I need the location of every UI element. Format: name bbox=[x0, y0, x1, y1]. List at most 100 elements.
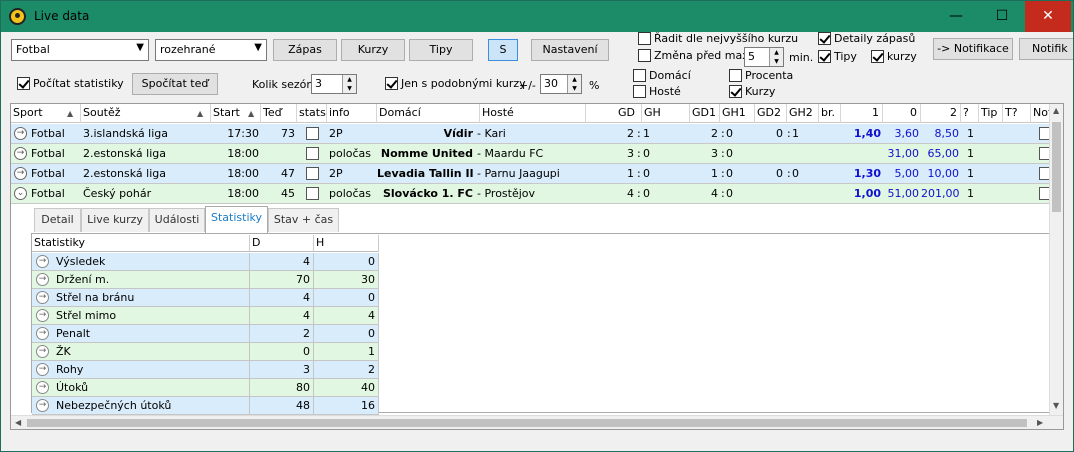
s-toggle-button[interactable]: S bbox=[488, 39, 518, 61]
checkbox-box bbox=[633, 69, 646, 82]
tab-stav-cas[interactable]: Stav + čas bbox=[268, 208, 339, 232]
header-domaci[interactable]: Domácí bbox=[377, 104, 480, 123]
header-odd-1[interactable]: 1 bbox=[841, 104, 883, 123]
radit-checkbox[interactable]: Řadit dle nejvyššího kurzu bbox=[638, 32, 798, 45]
tab-live-kurzy[interactable]: Live kurzy bbox=[81, 208, 149, 232]
expand-row-icon[interactable]: → bbox=[14, 147, 27, 160]
spocitat-button[interactable]: Spočítat teď bbox=[132, 73, 218, 95]
kolik-stepper[interactable]: 3 ▲ ▼ bbox=[311, 74, 357, 94]
cell-sport: Fotbal bbox=[31, 144, 79, 163]
table-row[interactable]: → Fotbal 2.estonská liga 18:00 47 2P Levadia T… bbox=[11, 164, 1052, 184]
horizontal-scrollbar[interactable]: ◀ ▶ bbox=[11, 415, 1063, 429]
header-odd-0[interactable]: 0 bbox=[883, 104, 921, 123]
header-sport[interactable]: Sport ▲ bbox=[11, 104, 81, 123]
tab-statistiky[interactable]: Statistiky bbox=[205, 206, 268, 233]
table-row[interactable]: → Fotbal 3.islandská liga 17:30 73 2P Vídir - K… bbox=[11, 124, 1052, 144]
cell-gd: 2 bbox=[627, 127, 634, 140]
header-not[interactable]: Not bbox=[1031, 104, 1051, 123]
stats-row[interactable]: → Držení m. 70 30 bbox=[32, 271, 379, 289]
stats-row[interactable]: → Útoků 80 40 bbox=[32, 379, 379, 397]
stats-row[interactable]: → Rohy 3 2 bbox=[32, 361, 379, 379]
scroll-down-icon[interactable]: ▼ bbox=[1053, 401, 1059, 410]
header-q[interactable]: ? bbox=[961, 104, 979, 123]
tab-udalosti[interactable]: Události bbox=[149, 208, 205, 232]
domaci-checkbox[interactable]: Domácí bbox=[633, 69, 691, 82]
tab-detail[interactable]: Detail bbox=[34, 208, 81, 232]
header-info[interactable]: info bbox=[327, 104, 377, 123]
header-gd1[interactable]: GD1 bbox=[690, 104, 720, 123]
kurzy-checkbox[interactable]: kurzy bbox=[871, 50, 917, 63]
scroll-left-icon[interactable]: ◀ bbox=[15, 418, 21, 427]
header-t[interactable]: T? bbox=[1003, 104, 1031, 123]
procenta-checkbox[interactable]: Procenta bbox=[729, 69, 793, 82]
scroll-right-icon[interactable]: ▶ bbox=[1037, 418, 1043, 427]
notifikace-2-button[interactable]: Notifik bbox=[1019, 38, 1073, 60]
cell-gh2: 0 bbox=[792, 167, 799, 180]
header-soutez[interactable]: Soutěž ▲ bbox=[81, 104, 211, 123]
score-colon: : bbox=[637, 127, 641, 140]
tipy-button[interactable]: Tipy bbox=[409, 39, 473, 61]
header-hoste[interactable]: Hosté bbox=[480, 104, 586, 123]
tipy-checkbox[interactable]: Tipy bbox=[818, 50, 857, 63]
header-tip[interactable]: Tip bbox=[979, 104, 1003, 123]
stats-checkbox[interactable] bbox=[306, 167, 319, 180]
scroll-thumb[interactable] bbox=[27, 419, 1027, 427]
filter-select[interactable]: rozehrané ▼ bbox=[155, 39, 267, 61]
pm-stepper[interactable]: 30 ▲ ▼ bbox=[540, 74, 582, 94]
expand-row-icon[interactable]: → bbox=[14, 167, 27, 180]
spin-arrows-icon[interactable]: ▲ ▼ bbox=[567, 75, 581, 93]
nastaveni-button[interactable]: Nastavení bbox=[531, 39, 609, 61]
pocitat-checkbox[interactable]: Počítat statistiky bbox=[17, 77, 124, 90]
header-start[interactable]: Start ▲ bbox=[211, 104, 261, 123]
stats-row[interactable]: → Střel na bránu 4 0 bbox=[32, 289, 379, 307]
scroll-up-icon[interactable]: ▲ bbox=[1053, 106, 1059, 115]
zmena-checkbox[interactable]: Změna před max. bbox=[638, 49, 752, 62]
kurzy-2-checkbox[interactable]: Kurzy bbox=[729, 85, 775, 98]
stats-row[interactable]: → Penalt 2 0 bbox=[32, 325, 379, 343]
score-colon: : bbox=[721, 147, 725, 160]
header-gd[interactable]: GD bbox=[586, 104, 642, 123]
header-gh2[interactable]: GH2 bbox=[787, 104, 819, 123]
scroll-thumb[interactable] bbox=[1052, 122, 1061, 212]
matches-grid[interactable]: Sport ▲ Soutěž ▲ Start ▲ Teď stats info Dom… bbox=[10, 103, 1064, 430]
podobne-checkbox[interactable]: Jen s podobnými kurzy bbox=[385, 77, 526, 90]
stats-checkbox[interactable] bbox=[306, 147, 319, 160]
sport-select[interactable]: Fotbal ▼ bbox=[11, 39, 149, 61]
vertical-scrollbar[interactable]: ▲ ▼ bbox=[1049, 104, 1063, 429]
spin-arrows-icon[interactable]: ▲ ▼ bbox=[769, 48, 783, 66]
header-br[interactable]: br. bbox=[819, 104, 841, 123]
close-button[interactable]: ✕ bbox=[1025, 1, 1071, 32]
stats-row[interactable]: → ŽK 0 1 bbox=[32, 343, 379, 361]
stats-checkbox[interactable] bbox=[306, 187, 319, 200]
header-stats[interactable]: stats bbox=[297, 104, 327, 123]
table-row[interactable]: ⌄ Fotbal Český pohár 18:00 45 poločas Slovácko… bbox=[11, 184, 1052, 204]
table-row[interactable]: → Fotbal 2.estonská liga 18:00 poločas Nomme … bbox=[11, 144, 1052, 164]
kurzy-button[interactable]: Kurzy bbox=[341, 39, 405, 61]
header-odd-2[interactable]: 2 bbox=[921, 104, 961, 123]
stats-row[interactable]: → Nebezpečných útoků 48 16 bbox=[32, 397, 379, 415]
header-gh[interactable]: GH bbox=[642, 104, 690, 123]
header-gd2[interactable]: GD2 bbox=[755, 104, 787, 123]
cell-sport-text: Fotbal bbox=[31, 127, 65, 140]
notifikace-button[interactable]: -> Notifikace bbox=[933, 38, 1013, 60]
zmena-stepper[interactable]: 5 ▲ ▼ bbox=[744, 47, 784, 67]
hoste-checkbox[interactable]: Hosté bbox=[633, 85, 681, 98]
cell-start: 18:00 bbox=[211, 144, 259, 163]
stats-row[interactable]: → Výsledek 4 0 bbox=[32, 253, 379, 271]
maximize-button[interactable]: ☐ bbox=[979, 1, 1025, 32]
header-ted[interactable]: Teď bbox=[261, 104, 297, 123]
header-gh1[interactable]: GH1 bbox=[720, 104, 755, 123]
detaily-checkbox[interactable]: Detaily zápasů bbox=[818, 32, 915, 45]
cell-odd-o2: 65,00 bbox=[927, 147, 960, 160]
collapse-row-icon[interactable]: ⌄ bbox=[14, 187, 27, 200]
stats-checkbox[interactable] bbox=[306, 127, 319, 140]
expand-row-icon[interactable]: → bbox=[14, 127, 27, 140]
cell-gd1: 4 bbox=[711, 187, 718, 200]
minimize-button[interactable]: — bbox=[933, 1, 979, 32]
kolik-value: 3 bbox=[315, 77, 322, 90]
stats-row[interactable]: → Střel mimo 4 4 bbox=[32, 307, 379, 325]
zapas-button[interactable]: Zápas bbox=[273, 39, 337, 61]
title-bar[interactable]: Live data — ☐ ✕ bbox=[1, 1, 1073, 32]
spin-arrows-icon[interactable]: ▲ ▼ bbox=[342, 75, 356, 93]
cell-start-text: 17:30 bbox=[227, 127, 259, 140]
